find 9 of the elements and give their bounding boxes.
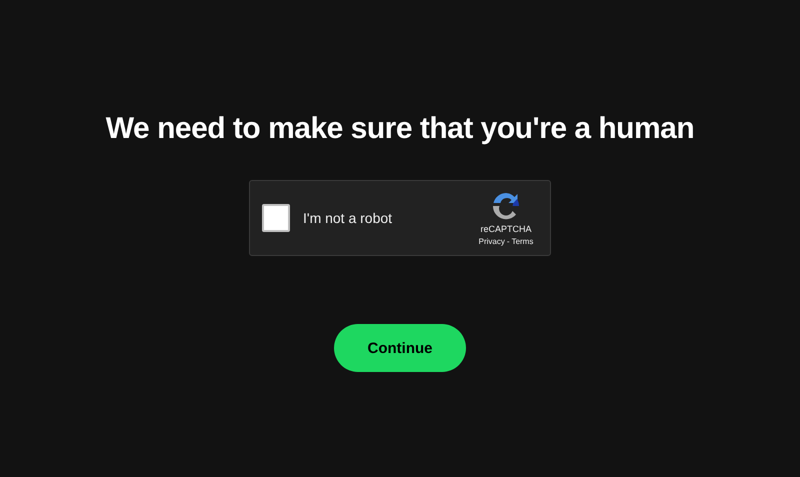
privacy-link[interactable]: Privacy	[478, 237, 505, 246]
recaptcha-logo-icon	[490, 190, 522, 222]
continue-button[interactable]: Continue	[334, 324, 466, 372]
recaptcha-brand: reCAPTCHA	[480, 224, 532, 234]
link-separator: -	[506, 237, 510, 246]
terms-link[interactable]: Terms	[512, 237, 534, 246]
page-heading: We need to make sure that you're a human	[106, 112, 694, 146]
checkbox[interactable]	[262, 204, 290, 232]
checkbox-label: I'm not a robot	[303, 210, 394, 226]
